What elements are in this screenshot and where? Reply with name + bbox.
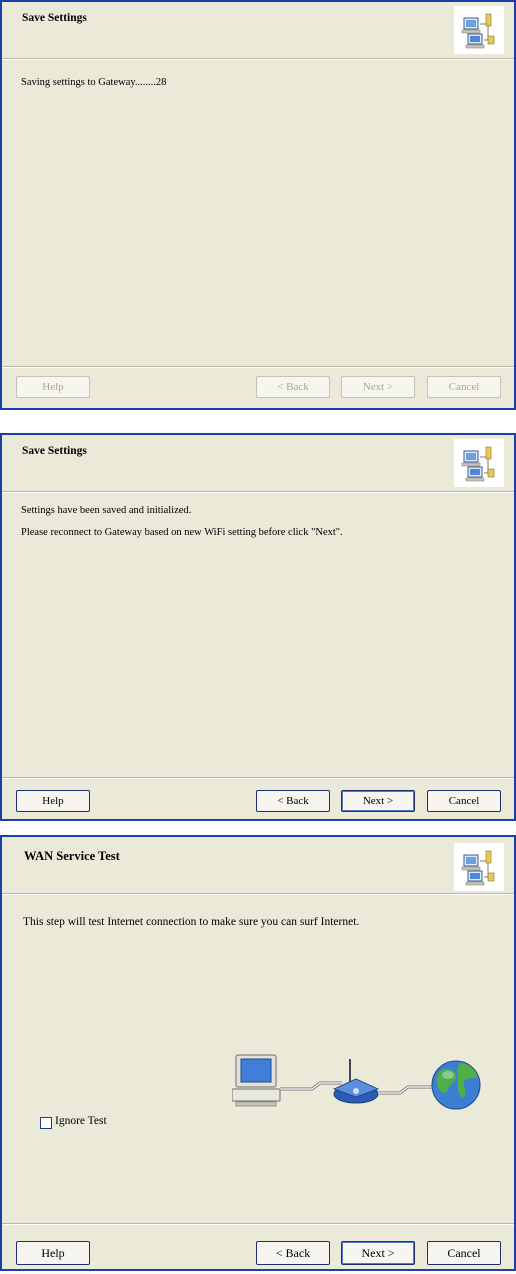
cancel-button[interactable]: Cancel: [427, 376, 501, 398]
network-diagram: [232, 1054, 481, 1110]
router-icon: [332, 1059, 380, 1104]
dialog-header: WAN Service Test: [2, 837, 514, 891]
footer-divider: [2, 1223, 514, 1225]
save-settings-dialog-done: Save Settings Settings have been saved a…: [0, 433, 516, 821]
help-button[interactable]: Help: [16, 1241, 90, 1265]
back-button[interactable]: < Back: [256, 1241, 330, 1265]
help-button[interactable]: Help: [16, 376, 90, 398]
header-divider: [2, 58, 514, 60]
status-message: Settings have been saved and initialized…: [21, 505, 192, 516]
help-button[interactable]: Help: [16, 790, 90, 812]
footer-divider: [2, 366, 514, 368]
computer-icon: [232, 1054, 281, 1107]
dialog-header: Save Settings: [2, 435, 514, 489]
header-divider: [2, 491, 514, 493]
footer-divider: [2, 777, 514, 779]
dialog-title: Save Settings: [22, 445, 87, 457]
dialog-title: WAN Service Test: [24, 849, 120, 863]
network-computers-icon: [454, 843, 504, 891]
dialog-title: Save Settings: [22, 12, 87, 24]
cancel-button[interactable]: Cancel: [427, 1241, 501, 1265]
ignore-test-checkbox[interactable]: [40, 1117, 52, 1129]
step-description: This step will test Internet connection …: [23, 916, 360, 928]
next-button[interactable]: Next >: [341, 1241, 415, 1265]
next-button[interactable]: Next >: [341, 790, 415, 812]
wan-service-test-dialog: WAN Service Test This step will test Int…: [0, 835, 516, 1271]
globe-icon: [431, 1060, 481, 1110]
ignore-test-label[interactable]: Ignore Test: [55, 1115, 107, 1127]
network-computers-icon: [454, 6, 504, 54]
status-message: Saving settings to Gateway........28: [21, 77, 167, 88]
back-button[interactable]: < Back: [256, 790, 330, 812]
next-button[interactable]: Next >: [341, 376, 415, 398]
network-computers-icon: [454, 439, 504, 487]
header-divider: [2, 893, 514, 895]
instruction-message: Please reconnect to Gateway based on new…: [21, 527, 343, 538]
dialog-header: Save Settings: [2, 2, 514, 56]
save-settings-dialog-progress: Save Settings Saving settings to Gateway…: [0, 0, 516, 410]
back-button[interactable]: < Back: [256, 376, 330, 398]
cancel-button[interactable]: Cancel: [427, 790, 501, 812]
